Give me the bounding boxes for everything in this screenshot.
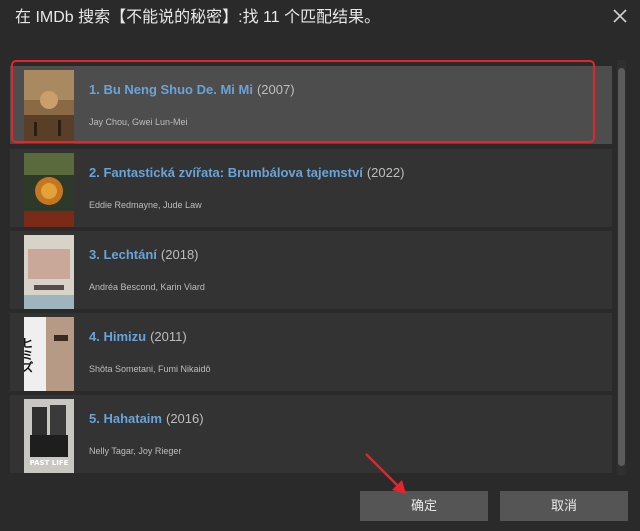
movie-title[interactable]: 3. Lechtání [89, 247, 157, 262]
result-item[interactable]: 2. Fantastická zvířata: Brumbálova tajem… [10, 149, 612, 227]
poster-title: ヒミズ [24, 337, 34, 373]
movie-year: (2007) [256, 82, 295, 97]
result-item[interactable]: ヒミズ 4. Himizu (2011) Shôta Sometani, Fumi… [10, 313, 612, 391]
movie-poster [24, 70, 74, 144]
movie-cast: Andréa Bescond, Karin Viard [89, 282, 205, 292]
result-item[interactable]: 1. Bu Neng Shuo De. Mi Mi (2007) Jay Chou… [10, 66, 612, 144]
movie-poster [24, 235, 74, 309]
movie-title[interactable]: 1. Bu Neng Shuo De. Mi Mi [89, 82, 253, 97]
cancel-button[interactable]: 取消 [500, 491, 628, 521]
movie-cast: Nelly Tagar, Joy Rieger [89, 446, 182, 456]
dialog-title: 在 IMDb 搜索【不能说的秘密】:找 11 个匹配结果。 [15, 9, 381, 26]
result-item[interactable]: PAST LIFE 5. Hahataim (2016) Nelly Tagar,… [10, 395, 612, 473]
movie-year: (2016) [165, 411, 204, 426]
poster-title: PAST LIFE [30, 459, 69, 467]
close-icon[interactable] [612, 8, 628, 24]
movie-year: (2011) [150, 329, 187, 344]
movie-poster: ヒミズ [24, 317, 74, 391]
result-item[interactable]: 3. Lechtání (2018) Andréa Bescond, Karin … [10, 231, 612, 309]
movie-cast: Jay Chou, Gwei Lun-Mei [89, 117, 188, 127]
ok-button[interactable]: 确定 [360, 491, 488, 521]
movie-poster: PAST LIFE [24, 399, 74, 473]
movie-cast: Shôta Sometani, Fumi Nikaidô [89, 364, 211, 374]
movie-year: (2022) [366, 165, 405, 180]
movie-cast: Eddie Redmayne, Jude Law [89, 200, 202, 210]
scrollbar-thumb[interactable] [618, 68, 625, 466]
movie-title[interactable]: 2. Fantastická zvířata: Brumbálova tajem… [89, 165, 363, 180]
movie-poster [24, 153, 74, 227]
movie-title[interactable]: 4. Himizu [89, 329, 146, 344]
movie-year: (2018) [160, 247, 199, 262]
scrollbar[interactable] [617, 60, 626, 475]
movie-title[interactable]: 5. Hahataim [89, 411, 162, 426]
